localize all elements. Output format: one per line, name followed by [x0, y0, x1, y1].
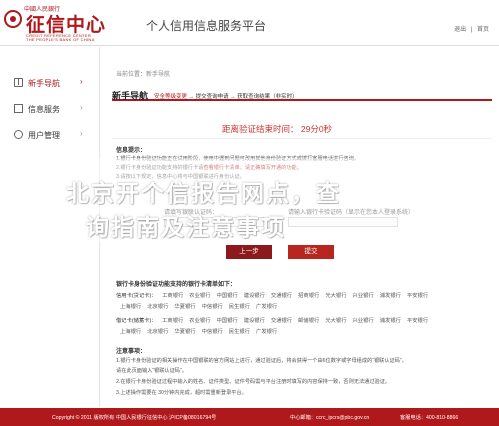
bank-name: 建设银行 — [243, 318, 265, 324]
sidebar-item-user-management[interactable]: 用户管理 › — [0, 123, 100, 147]
progress-steps: 安全等级变更 → 提交查询申请 → 获取查询结果（非实时） — [154, 92, 298, 100]
bank-name: 浦发银行 — [379, 318, 401, 324]
bank-row-label: 信用卡(贷记卡)： — [116, 293, 157, 299]
chevron-right-icon: › — [80, 103, 83, 112]
footer-copyright: Copyright © 2011 版权所有 中国人民银行征信中心 沪ICP备08… — [52, 415, 217, 421]
header-link-divider: | — [470, 27, 473, 33]
bank-name: 建设银行 — [243, 293, 265, 299]
footer-email: 中心邮箱：ccrc_ipcrs@pbc.gov.cn — [290, 415, 370, 421]
bank-name: 民生银行 — [228, 329, 251, 335]
step-current: 安全等级变更 — [154, 94, 188, 100]
bank-name: 华夏银行 — [174, 329, 196, 335]
notes-heading: 注意事项： — [116, 349, 147, 355]
bank-list-heading: 银行卡身份验证功能支持的银行卡清单如下： — [116, 282, 237, 288]
bank-row: 上海银行 北京银行 华夏银行 中信银行 民生银行 广发银行 — [116, 327, 283, 335]
bank-name: 兴业银行 — [352, 293, 374, 299]
bank-name: 中信银行 — [201, 304, 223, 310]
bank-name: 光大银行 — [325, 318, 347, 324]
countdown-timer: 距离验证结束时间： 29分0秒 — [222, 124, 333, 134]
logo[interactable]: 中國人民銀行 征信中心 CREDIT REFERENCE CENTER THE … — [4, 4, 120, 42]
bank-name: 北京银行 — [147, 304, 169, 310]
chevron-right-icon: › — [80, 77, 83, 86]
overlay-title-line-2: 询指南及注意事项 — [86, 214, 286, 240]
bank-name: 兴业银行 — [352, 318, 374, 324]
emblem-icon — [4, 10, 22, 28]
site-footer: Copyright © 2011 版权所有 中国人民银行征信中心 沪ICP备08… — [0, 408, 499, 426]
bank-name: 华夏银行 — [174, 304, 196, 310]
bank-name: 光大银行 — [325, 293, 347, 299]
bank-row-label: 借记卡(储蓄卡)： — [116, 318, 157, 324]
page: 中國人民銀行 征信中心 CREDIT REFERENCE CENTER THE … — [0, 0, 499, 426]
header-links: 退出 | 首页 — [451, 24, 489, 33]
site-header: 中國人民銀行 征信中心 CREDIT REFERENCE CENTER THE … — [0, 0, 499, 46]
back-button[interactable]: 上一步 — [226, 245, 272, 259]
submit-button[interactable]: 提交 — [288, 245, 334, 259]
note-line: 1.银行卡身份验证的相关操作在中国银联的官方网站上进行，通过验证后，将会获得一个… — [116, 358, 407, 364]
sidebar-item-guide[interactable]: 新手导航 › — [0, 71, 100, 95]
bank-name: 广发银行 — [256, 304, 278, 310]
bank-name: 民生银行 — [228, 304, 251, 310]
note-line: 3.上述操作需要在 30分钟内完成，超时需重新登录平台。 — [116, 390, 247, 396]
home-link[interactable]: 首页 — [477, 27, 489, 33]
section-header: 新手导航 安全等级变更 → 提交查询申请 → 获取查询结果（非实时） — [112, 85, 492, 101]
bank-name: 中国银行 — [216, 293, 238, 299]
bank-name: 上海银行 — [120, 304, 142, 310]
chevron-right-icon: › — [80, 129, 83, 138]
note-line: 2.在银行卡身份验证过程中输入的姓名、证件类型、证件号码需与平台注册时填写的内容… — [116, 379, 391, 385]
sidebar-item-label: 用户管理 — [28, 131, 60, 140]
logout-link[interactable]: 退出 — [454, 27, 466, 33]
footer-phone: 客服电话：400-810-8866 — [400, 415, 459, 421]
bank-name: 北京银行 — [147, 329, 169, 335]
bank-name: 交通银行 — [270, 293, 293, 299]
info-heading: 信息提示： — [116, 148, 147, 154]
breadcrumb: 当前位置：新手导航 — [116, 72, 171, 78]
section-title: 新手导航 — [112, 91, 149, 101]
site-title: 个人信用信息服务平台 — [146, 19, 267, 33]
bank-name: 农业银行 — [189, 318, 211, 324]
bank-name: 工商银行 — [162, 293, 184, 299]
bank-name: 中国银行 — [216, 318, 238, 324]
bank-name: 上海银行 — [120, 329, 142, 335]
step-remaining: → 提交查询申请 → 获取查询结果（非实时） — [187, 94, 298, 100]
bank-row: 借记卡(储蓄卡)： 工商银行 农业银行 中国银行 建设银行 交通银行 邮储银行 光大银行 兴业… — [116, 316, 434, 324]
note-line: 请在此页面输入“银联认证码”。 — [116, 368, 187, 374]
bank-name: 工商银行 — [162, 318, 184, 324]
book-icon — [14, 78, 23, 87]
bank-name: 中信银行 — [201, 329, 223, 335]
bank-name: 农业银行 — [189, 293, 211, 299]
bank-name: 招商银行 — [298, 293, 320, 299]
bank-name: 平安银行 — [406, 318, 429, 324]
sidebar-item-label: 新手导航 — [28, 79, 60, 88]
sidebar-item-info-service[interactable]: 信息服务 › — [0, 97, 100, 121]
bank-name: 广发银行 — [256, 329, 278, 335]
bank-name: 邮储银行 — [298, 318, 320, 324]
sidebar-item-label: 信息服务 — [28, 105, 60, 114]
bank-name: 交通银行 — [270, 318, 293, 324]
document-icon — [14, 104, 23, 113]
bank-name: 浦发银行 — [379, 293, 401, 299]
logo-sub-en-2: THE PEOPLE'S BANK OF CHINA — [26, 37, 95, 42]
overlay-title-line-1: 北京开个信报告网点，查 — [66, 180, 341, 206]
bank-row: 上海银行 北京银行 华夏银行 中信银行 民生银行 广发银行 — [116, 302, 283, 310]
bank-row: 信用卡(贷记卡)： 工商银行 农业银行 中国银行 建设银行 交通银行 招商银行 光大银行 兴业… — [116, 291, 434, 299]
user-icon — [14, 130, 23, 139]
divider — [112, 138, 492, 139]
bank-name: 平安银行 — [406, 293, 429, 299]
